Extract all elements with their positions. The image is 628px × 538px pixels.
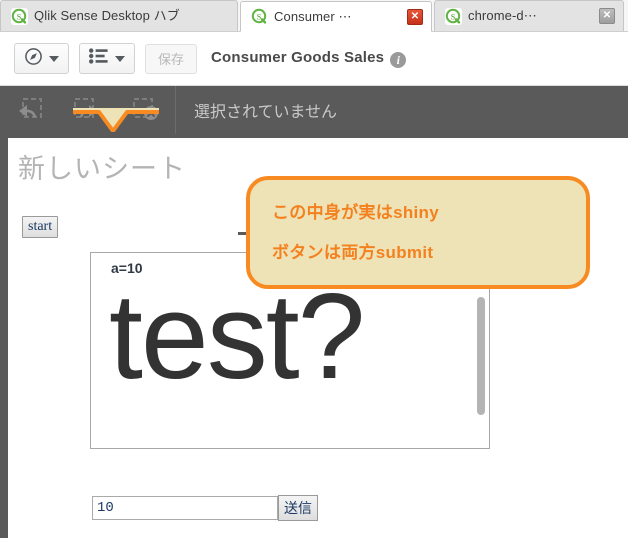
page-title: Consumer Goods Sales i (207, 48, 407, 69)
browser-tab-chrome-d[interactable]: S chrome-d⋯ ✕ (434, 0, 624, 31)
qlik-logo-icon: S (251, 8, 268, 25)
browser-tab-consumer[interactable]: S Consumer ⋯ ✕ (240, 1, 432, 32)
svg-text:S: S (451, 12, 456, 21)
browser-tab-label: chrome-d⋯ (468, 8, 537, 23)
chevron-down-icon (49, 55, 59, 62)
callout-tail-icon (73, 108, 159, 132)
svg-text:S: S (257, 12, 262, 21)
browser-tab-qlik-sense-desktop-hub[interactable]: S Qlik Sense Desktop ハブ (0, 0, 238, 31)
browser-tab-label: Qlik Sense Desktop ハブ (34, 8, 180, 23)
submit-button[interactable]: 送信 (278, 495, 318, 521)
callout-line-2: ボタンは両方submit (272, 243, 434, 262)
app-title-text: Consumer Goods Sales (211, 48, 385, 66)
annotation-callout: この中身が実はshiny ボタンは両方submit (246, 176, 590, 289)
shiny-heading-text: test? (109, 268, 365, 404)
qlik-logo-icon: S (445, 7, 462, 25)
navigation-dropdown-button[interactable] (14, 43, 69, 74)
close-icon[interactable]: ✕ (407, 8, 423, 25)
sheet-title: 新しいシート (18, 154, 186, 184)
number-input[interactable] (92, 496, 278, 520)
browser-tab-label: Consumer ⋯ (274, 8, 352, 24)
scrollbar-thumb[interactable] (477, 297, 485, 415)
start-button[interactable]: start (22, 216, 59, 238)
chevron-down-icon (115, 55, 125, 62)
svg-text:S: S (17, 12, 22, 21)
browser-tab-strip: S Qlik Sense Desktop ハブ S Consumer ⋯ ✕ S… (0, 0, 628, 32)
selection-step-back-icon[interactable] (11, 95, 47, 125)
info-icon[interactable]: i (390, 52, 407, 69)
qlik-logo-icon: S (11, 7, 28, 25)
close-icon[interactable]: ✕ (599, 8, 615, 24)
callout-line-1: この中身が実はshiny (272, 203, 440, 222)
compass-icon (24, 47, 43, 71)
list-icon (89, 48, 109, 69)
app-toolbar: 保存 Consumer Goods Sales i (0, 32, 628, 86)
selection-status-text: 選択されていません (194, 104, 338, 121)
save-button[interactable]: 保存 (145, 43, 198, 74)
sheets-dropdown-button[interactable] (79, 43, 135, 74)
